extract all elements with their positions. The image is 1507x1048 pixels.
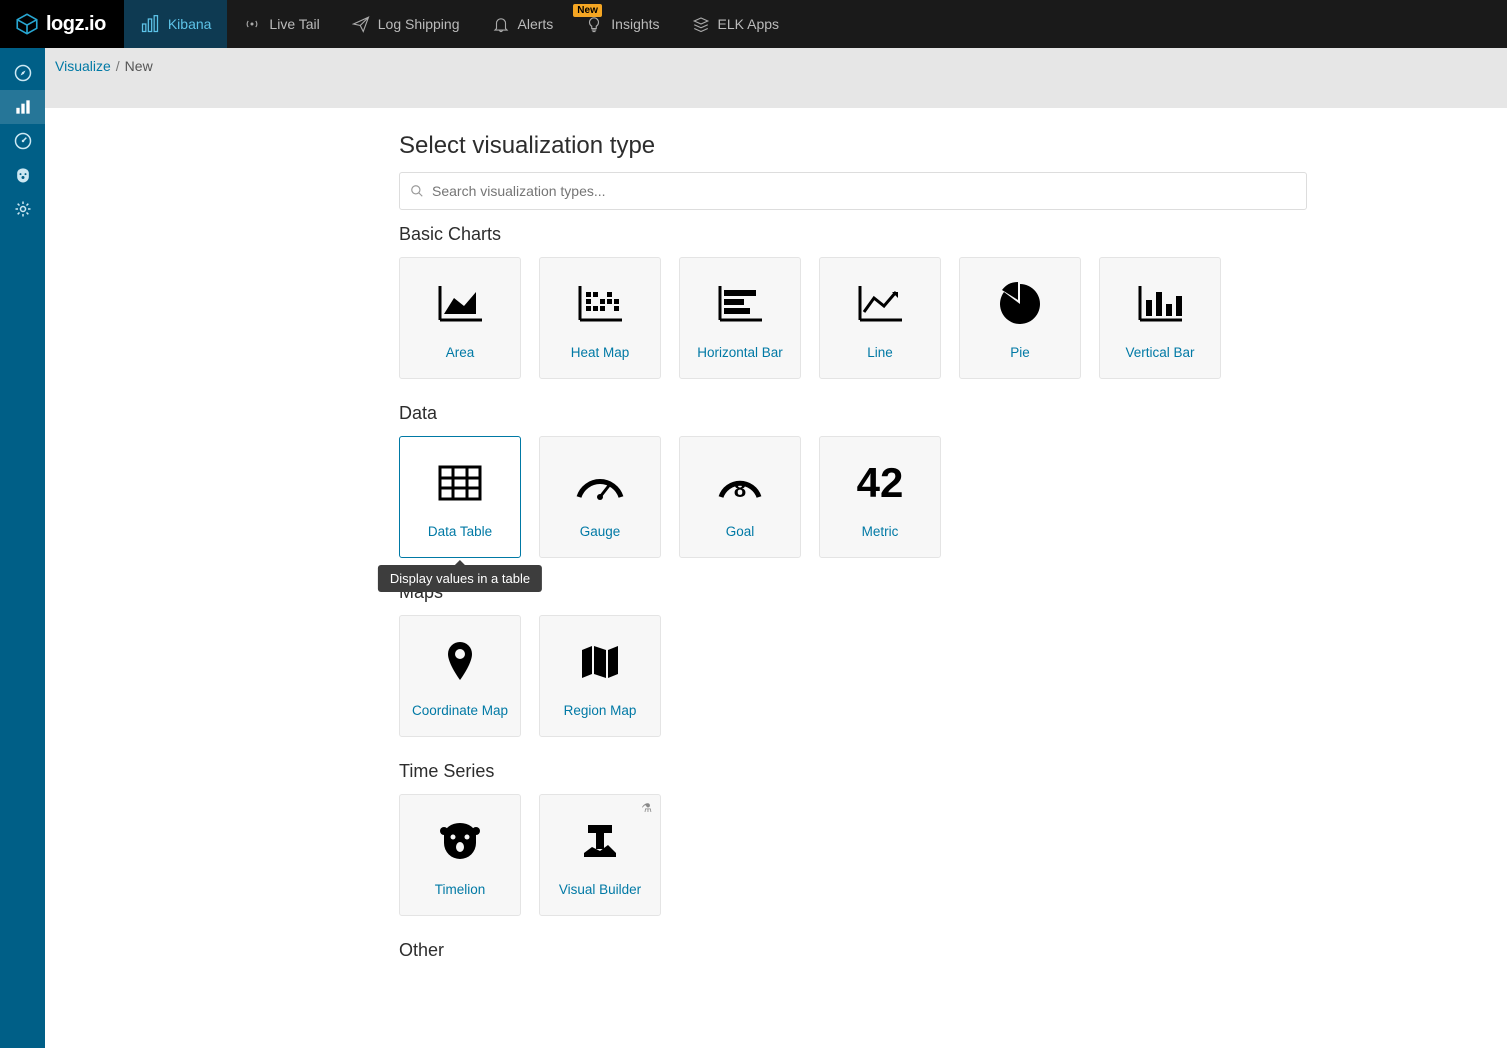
siderail-visualize[interactable] — [0, 90, 45, 124]
viz-heatmap[interactable]: Heat Map — [539, 257, 661, 379]
section-data-title: Data — [399, 403, 1307, 424]
chart-icon — [13, 97, 33, 117]
breadcrumb-bar: Visualize / New — [45, 48, 1507, 108]
card-label: Region Map — [558, 703, 643, 718]
bell-icon — [492, 15, 510, 33]
nav-kibana[interactable]: Kibana — [124, 0, 228, 48]
card-label: Metric — [856, 524, 905, 539]
viz-pie[interactable]: Pie — [959, 257, 1081, 379]
nav-label: Alerts — [518, 16, 554, 32]
map-marker-icon — [444, 640, 476, 684]
siderail-dashboard[interactable] — [0, 124, 45, 158]
nav-label: Live Tail — [269, 16, 319, 32]
horizontal-bar-icon — [716, 284, 764, 324]
timelion-icon — [438, 821, 482, 861]
layers-icon — [692, 15, 710, 33]
area-chart-icon — [436, 284, 484, 324]
nav-log-shipping[interactable]: Log Shipping — [336, 0, 476, 48]
card-label: Goal — [720, 524, 761, 539]
viz-coordinate-map[interactable]: Coordinate Map — [399, 615, 521, 737]
vertical-bar-icon — [1136, 284, 1184, 324]
maps-row: Coordinate Map Region Map — [399, 615, 1307, 737]
new-badge: New — [573, 4, 602, 17]
logo-icon — [14, 11, 40, 37]
gauge-nav-icon — [13, 131, 33, 151]
flask-icon: ⚗ — [641, 801, 652, 815]
lightbulb-icon — [585, 15, 603, 33]
data-row: Data Table Display values in a table Gau… — [399, 436, 1307, 558]
breadcrumb-current: New — [125, 58, 153, 74]
page-title: Select visualization type — [399, 132, 1307, 160]
card-label: Area — [440, 345, 481, 360]
data-table-icon — [436, 463, 484, 503]
card-label: Heat Map — [565, 345, 636, 360]
gear-icon — [13, 199, 33, 219]
viz-region-map[interactable]: Region Map — [539, 615, 661, 737]
broadcast-icon — [243, 15, 261, 33]
card-label: Gauge — [574, 524, 627, 539]
card-label: Pie — [1004, 345, 1036, 360]
line-chart-icon — [856, 284, 904, 324]
viz-horizontal-bar[interactable]: Horizontal Bar — [679, 257, 801, 379]
svg-text:8: 8 — [734, 477, 746, 502]
nav-label: Log Shipping — [378, 16, 460, 32]
brand-logo[interactable]: logz.io — [0, 0, 124, 48]
timeseries-row: Timelion ⚗ Visual Builder — [399, 794, 1307, 916]
card-label: Vertical Bar — [1119, 345, 1200, 360]
card-label: Horizontal Bar — [691, 345, 789, 360]
section-basic-title: Basic Charts — [399, 224, 1307, 245]
search-icon — [410, 184, 424, 198]
viz-area[interactable]: Area — [399, 257, 521, 379]
side-rail — [0, 48, 45, 1048]
nav-insights[interactable]: New Insights — [569, 0, 675, 48]
nav-label: ELK Apps — [718, 16, 780, 32]
search-input[interactable] — [432, 183, 1296, 199]
compass-icon — [13, 63, 33, 83]
region-map-icon — [578, 642, 622, 682]
card-tooltip: Display values in a table — [378, 565, 542, 592]
breadcrumb-sep: / — [116, 58, 120, 74]
heatmap-icon — [576, 284, 624, 324]
card-label: Line — [861, 345, 899, 360]
section-timeseries-title: Time Series — [399, 761, 1307, 782]
nav-alerts[interactable]: Alerts — [476, 0, 570, 48]
basic-charts-row: Area Heat Map Horizontal Bar Line Pie Ve… — [399, 257, 1307, 379]
lion-nav-icon — [13, 165, 33, 185]
goal-icon: 8 — [713, 461, 767, 505]
siderail-discover[interactable] — [0, 56, 45, 90]
nav-label: Kibana — [168, 16, 212, 32]
metric-value-icon: 42 — [857, 459, 904, 507]
viz-data-table[interactable]: Data Table Display values in a table — [399, 436, 521, 558]
nav-label: Insights — [611, 16, 659, 32]
pie-chart-icon — [998, 282, 1042, 326]
card-label: Coordinate Map — [406, 703, 514, 718]
viz-line[interactable]: Line — [819, 257, 941, 379]
viz-timelion[interactable]: Timelion — [399, 794, 521, 916]
brand-name: logz.io — [46, 13, 106, 36]
viz-vertical-bar[interactable]: Vertical Bar — [1099, 257, 1221, 379]
card-label: Timelion — [429, 882, 492, 897]
viz-gauge[interactable]: Gauge — [539, 436, 661, 558]
section-other-title: Other — [399, 940, 1307, 961]
main-content: Select visualization type Basic Charts A… — [45, 108, 1507, 1013]
siderail-management[interactable] — [0, 192, 45, 226]
paper-plane-icon — [352, 15, 370, 33]
breadcrumb-parent[interactable]: Visualize — [55, 58, 111, 74]
gauge-icon — [573, 463, 627, 503]
viz-goal[interactable]: 8 Goal — [679, 436, 801, 558]
nav-elk-apps[interactable]: ELK Apps — [676, 0, 796, 48]
nav-live-tail[interactable]: Live Tail — [227, 0, 335, 48]
bar-chart-icon — [140, 14, 160, 34]
visual-builder-icon — [578, 821, 622, 861]
siderail-timelion[interactable] — [0, 158, 45, 192]
viz-visual-builder[interactable]: ⚗ Visual Builder — [539, 794, 661, 916]
viz-metric[interactable]: 42 Metric — [819, 436, 941, 558]
top-nav: logz.io Kibana Live Tail Log Shipping Al… — [0, 0, 1507, 48]
card-label: Data Table — [422, 524, 498, 539]
card-label: Visual Builder — [553, 882, 647, 897]
search-visualization-types[interactable] — [399, 172, 1307, 210]
